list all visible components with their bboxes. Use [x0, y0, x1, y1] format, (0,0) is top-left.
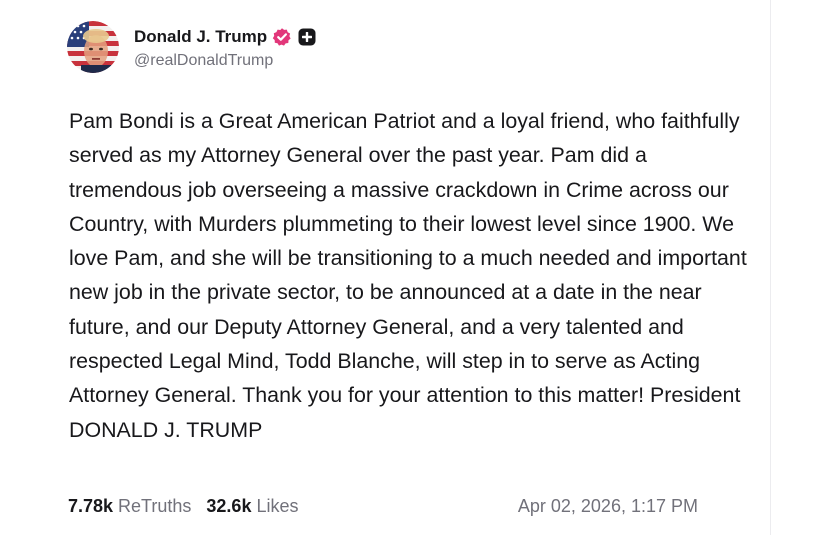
- author-display-name[interactable]: Donald J. Trump: [134, 27, 267, 47]
- retruths-count: 7.78k: [68, 495, 114, 516]
- likes-label: Likes: [256, 495, 299, 516]
- retruths-stat[interactable]: 7.78k ReTruths: [68, 496, 191, 517]
- post-timestamp[interactable]: Apr 02, 2026, 1:17 PM: [518, 494, 698, 518]
- plus-square-icon: [298, 28, 316, 46]
- author-identity: Donald J. Trump @realDonaldTrump: [134, 24, 316, 70]
- likes-stat[interactable]: 32.6k Likes: [206, 496, 298, 517]
- author-name-row: Donald J. Trump: [134, 24, 316, 50]
- verified-badge-icon: [272, 27, 292, 47]
- likes-count: 32.6k: [206, 495, 252, 516]
- column-divider: [770, 0, 771, 535]
- truth-post: Donald J. Trump @realDonaldTrump Pam Bon…: [0, 0, 770, 535]
- author-avatar[interactable]: [67, 21, 119, 73]
- post-header: Donald J. Trump @realDonaldTrump: [67, 20, 316, 74]
- retruths-label: ReTruths: [118, 495, 192, 516]
- author-handle[interactable]: @realDonaldTrump: [134, 52, 316, 70]
- avatar-image: [67, 21, 119, 73]
- post-body-text: Pam Bondi is a Great American Patriot an…: [69, 109, 747, 442]
- post-stats: 7.78k ReTruths 32.6k Likes: [68, 494, 298, 518]
